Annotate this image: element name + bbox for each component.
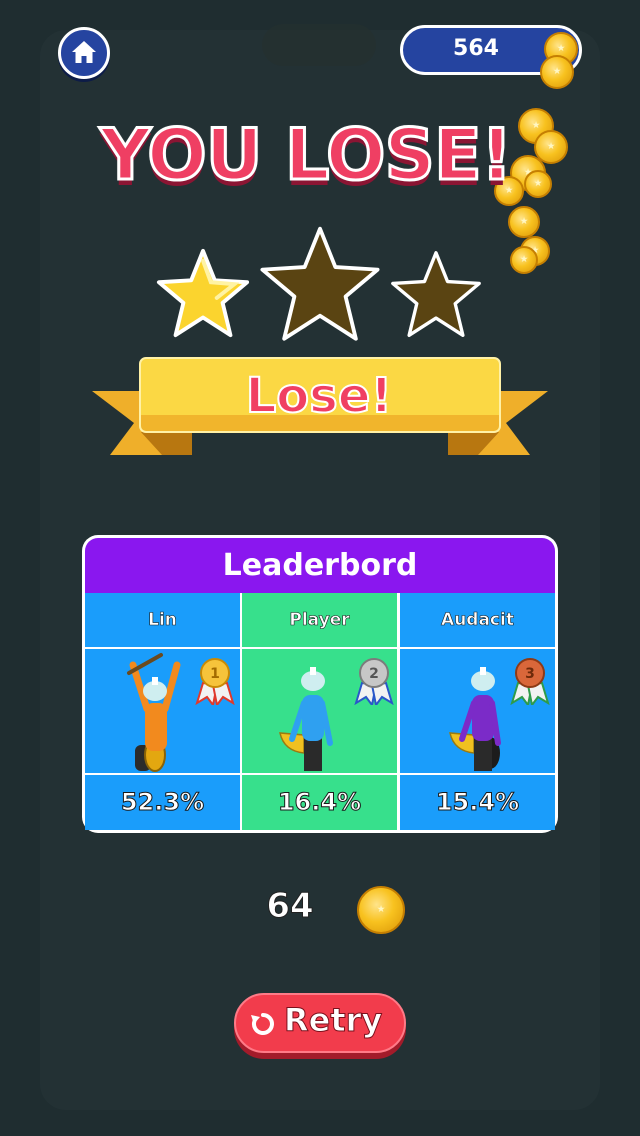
leaderboard-column-current-player: Player 2 16.4% xyxy=(242,593,397,830)
player-name: Player xyxy=(289,610,350,631)
home-button[interactable] xyxy=(58,27,110,79)
svg-text:1: 1 xyxy=(210,666,220,682)
home-icon xyxy=(72,41,96,63)
leaderboard-panel: Leaderbord Lin 1 52.3% Player 2 16.4% Au… xyxy=(82,535,558,833)
svg-text:2: 2 xyxy=(369,666,379,682)
coin-total: 564 xyxy=(453,36,499,61)
leaderboard-title: Leaderbord xyxy=(85,538,555,593)
retry-button[interactable]: Retry xyxy=(234,993,406,1053)
player-percent: 15.4% xyxy=(435,788,520,817)
leaderboard-column: Audacit 3 15.4% xyxy=(400,593,555,830)
leaderboard-column: Lin 1 52.3% xyxy=(85,593,240,830)
flying-coin-icon xyxy=(524,170,552,198)
star-icon-empty xyxy=(260,226,380,341)
result-banner-text: Lose! xyxy=(245,367,394,425)
retry-icon xyxy=(251,1013,274,1035)
medal-icon-gold: 1 xyxy=(195,658,235,705)
star-icon-empty xyxy=(391,251,481,337)
retry-label: Retry xyxy=(283,1001,383,1040)
timer-ghost xyxy=(262,24,376,66)
reward-amount: 64 xyxy=(266,886,314,927)
reward-coin-icon xyxy=(357,886,405,934)
flying-coin-icon xyxy=(510,246,538,274)
player-name: Audacit xyxy=(441,610,515,631)
svg-text:3: 3 xyxy=(525,666,535,682)
player-percent: 16.4% xyxy=(277,788,362,817)
medal-icon-bronze: 3 xyxy=(510,658,550,705)
flying-coin-icon xyxy=(508,206,540,238)
flying-coin-icon xyxy=(540,55,574,89)
medal-icon-silver: 2 xyxy=(354,658,394,705)
result-title: YOU LOSE! xyxy=(99,113,515,198)
star-icon-earned xyxy=(156,248,250,338)
player-percent: 52.3% xyxy=(120,788,205,817)
player-name: Lin xyxy=(148,610,177,631)
